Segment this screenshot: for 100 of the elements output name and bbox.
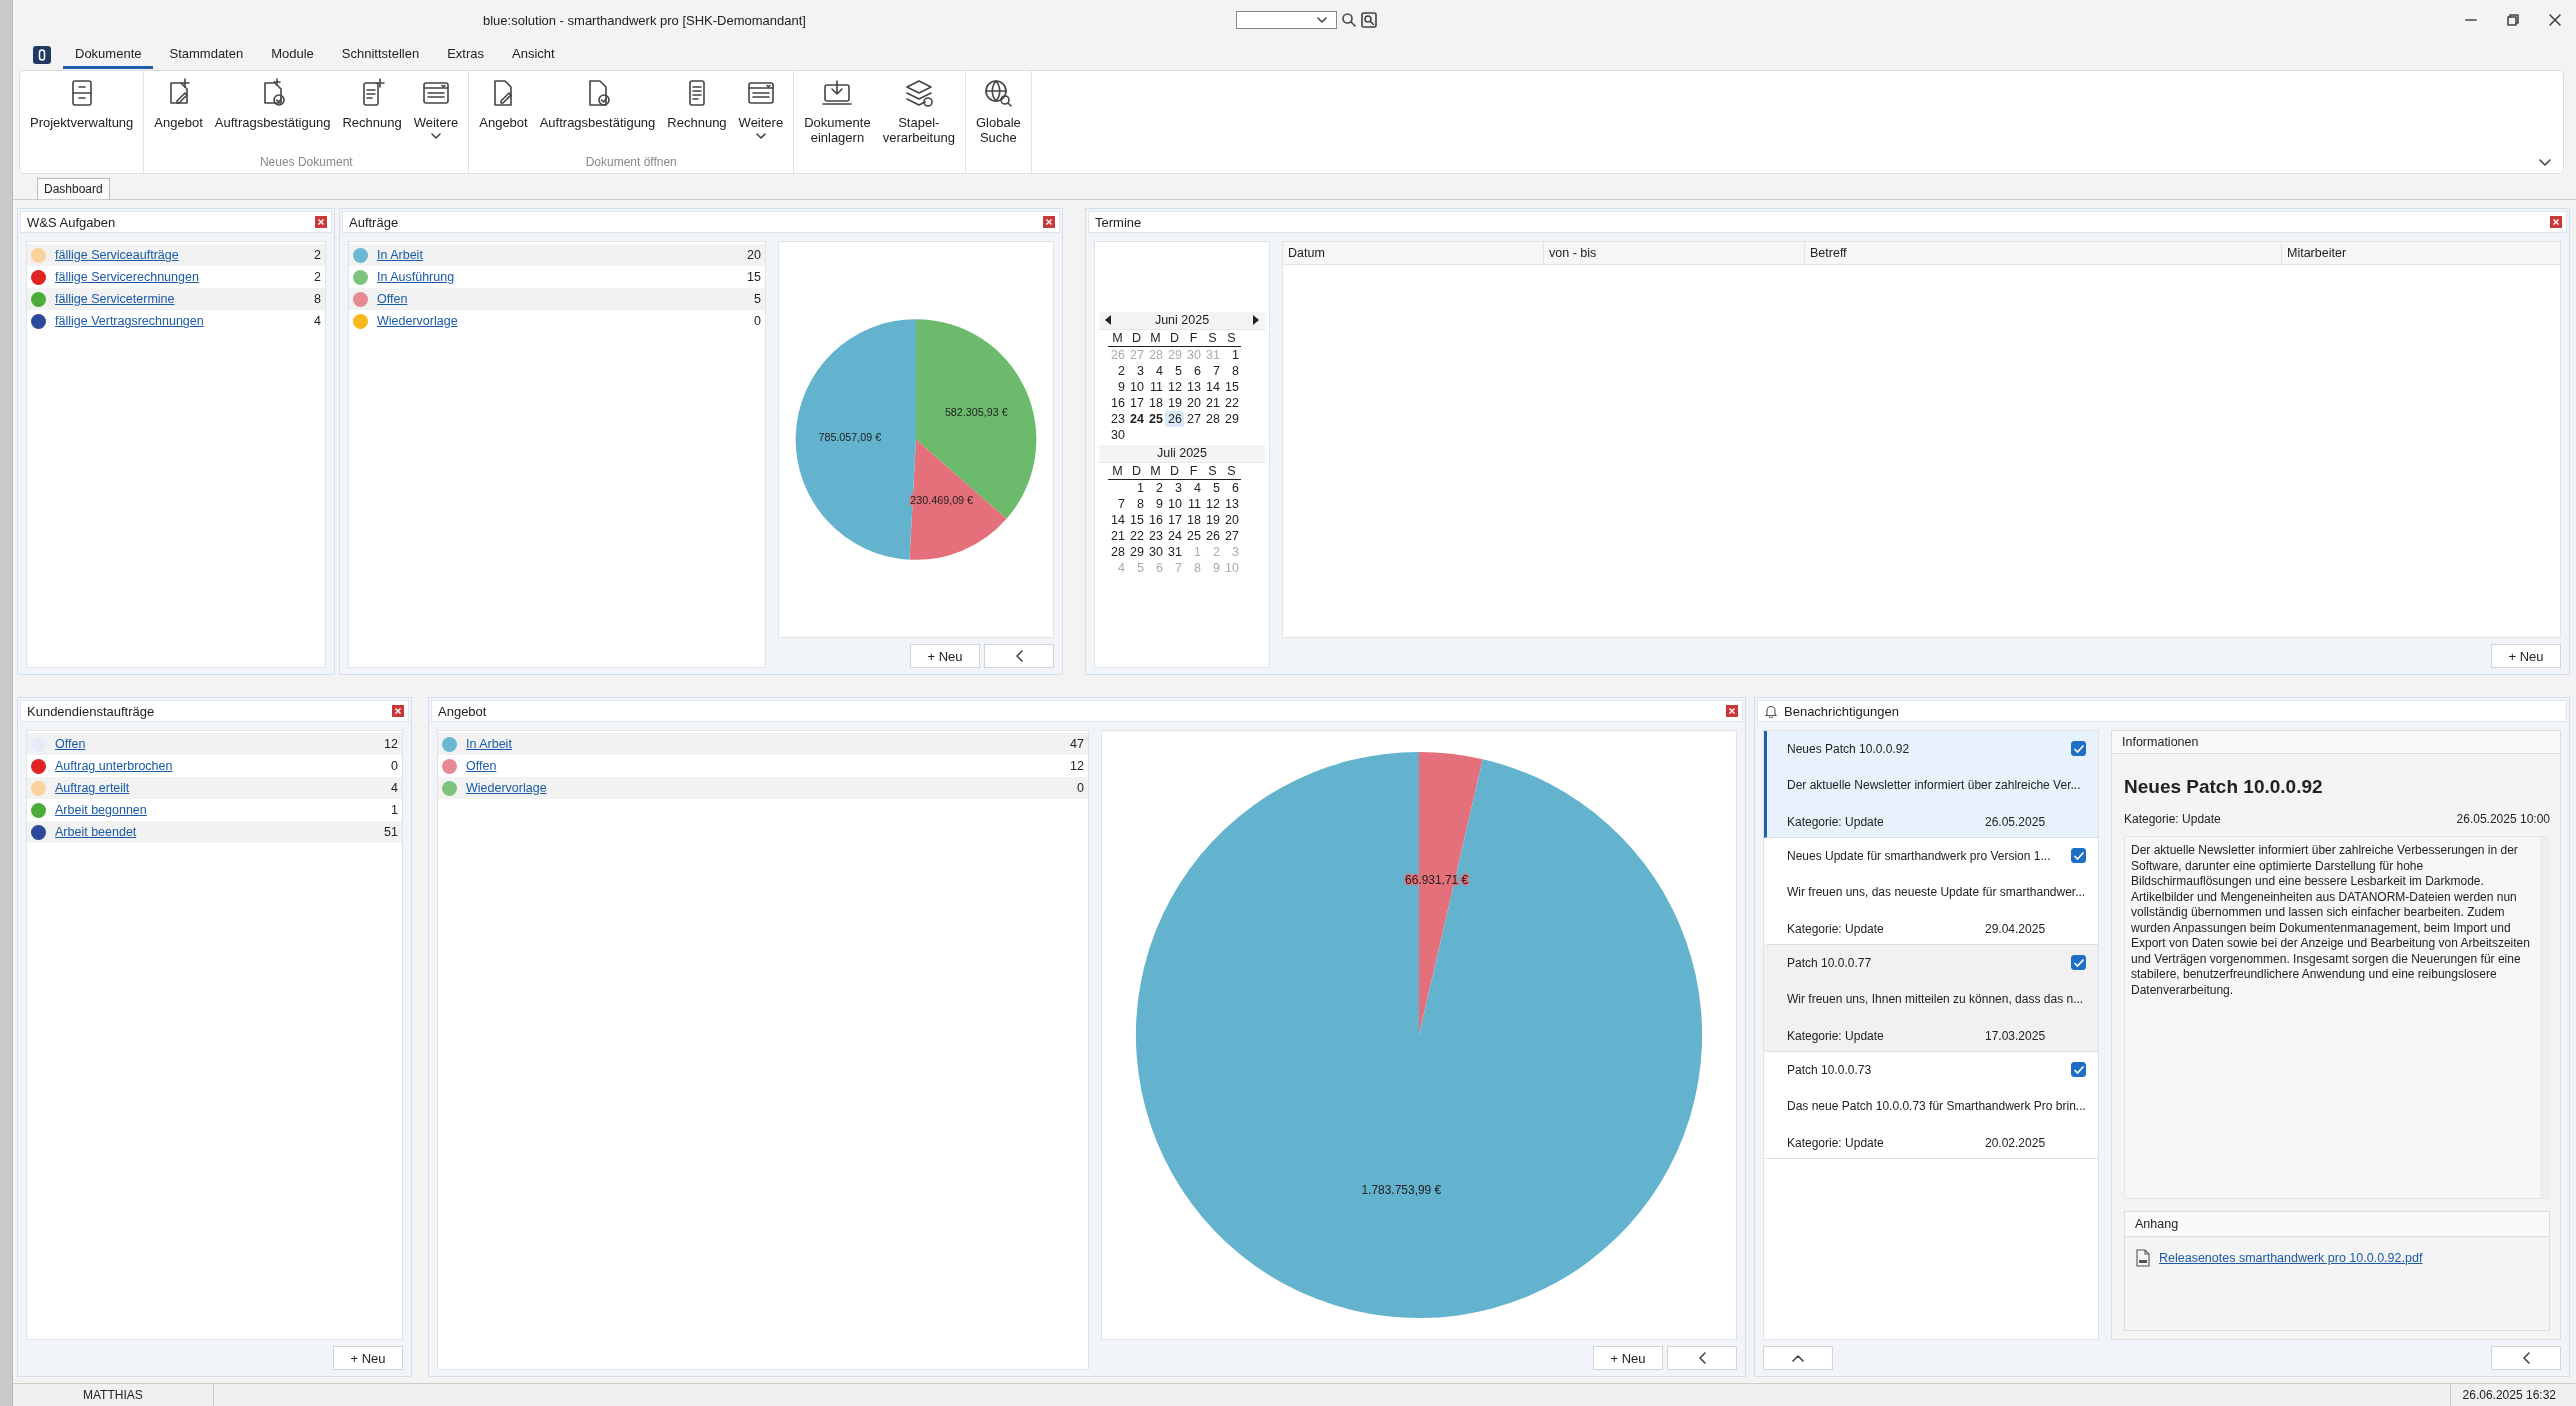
calendar-day[interactable]: 18 [1184,511,1203,528]
calendar-day[interactable]: 18 [1146,394,1165,411]
calendar-day[interactable]: 21 [1108,527,1127,544]
calendar-day[interactable]: 2 [1146,479,1165,496]
status-link[interactable]: Arbeit beendet [55,825,137,839]
list-row[interactable]: fällige Serviceaufträge 2 [27,244,325,266]
chevron-down-icon[interactable] [2539,159,2551,167]
calendar-day[interactable]: 14 [1108,511,1127,528]
next-month-icon[interactable] [1252,315,1259,325]
column-header[interactable]: Mitarbeiter [2282,242,2560,264]
calendar-day[interactable]: 24 [1127,410,1146,427]
menu-tab[interactable]: Ansicht [500,41,567,69]
checkbox[interactable] [2071,741,2086,756]
calendar-day[interactable]: 23 [1146,527,1165,544]
close-icon[interactable] [1726,705,1738,717]
ribbon-button[interactable]: Rechnung [661,71,733,153]
calendar-day[interactable]: 20 [1184,394,1203,411]
calendar-day[interactable]: 6 [1222,479,1241,496]
calendar-day[interactable]: 16 [1108,394,1127,411]
calendar-day[interactable]: 5 [1165,362,1184,379]
app-logo-icon[interactable] [33,46,51,64]
checkbox[interactable] [2071,848,2086,863]
column-header[interactable]: Datum [1283,242,1544,264]
list-row[interactable]: fällige Vertragsrechnungen 4 [27,310,325,332]
calendar-day[interactable]: 28 [1108,543,1127,560]
new-button[interactable]: + Neu [910,644,980,668]
menu-tab[interactable]: Stammdaten [157,41,256,69]
calendar-day[interactable]: 27 [1184,410,1203,427]
calendar-day[interactable]: 4 [1146,362,1165,379]
checkbox[interactable] [2071,1062,2086,1077]
ribbon-button[interactable]: Auftragsbestätigung [208,71,337,153]
ribbon-button[interactable]: Stapel- verarbeitung [876,71,961,153]
calendar-day[interactable]: 14 [1203,378,1222,395]
previous-month-icon[interactable] [1105,315,1112,325]
new-button[interactable]: + Neu [333,1346,403,1370]
calendar-day[interactable]: 5 [1203,479,1222,496]
calendar-day[interactable]: 17 [1165,511,1184,528]
checkbox[interactable] [2071,955,2086,970]
calendar-day[interactable]: 7 [1203,362,1222,379]
status-link[interactable]: Auftrag erteilt [55,781,130,795]
search-icon[interactable] [1341,12,1357,28]
calendar-day[interactable]: 10 [1165,495,1184,512]
calendar-day[interactable]: 4 [1184,479,1203,496]
calendar-day[interactable]: 27 [1222,527,1241,544]
search-settings-icon[interactable] [1361,12,1377,28]
ribbon-button[interactable]: Rechnung [336,71,408,153]
list-row[interactable]: Auftrag erteilt 4 [27,777,402,799]
calendar-day[interactable]: 30 [1108,426,1127,443]
status-link[interactable]: Wiedervorlage [466,781,547,795]
status-link[interactable]: fällige Vertragsrechnungen [55,314,204,328]
calendar-day[interactable]: 15 [1127,511,1146,528]
list-row[interactable]: Auftrag unterbrochen 0 [27,755,402,777]
calendar-day[interactable]: 1 [1222,346,1241,363]
status-link[interactable]: Offen [55,737,86,751]
calendar-day[interactable]: 21 [1203,394,1222,411]
calendar-day[interactable]: 7 [1108,495,1127,512]
calendar-day[interactable]: 30 [1146,543,1165,560]
ribbon-button[interactable]: Angebot [148,71,209,153]
list-row[interactable]: Arbeit begonnen 1 [27,799,402,821]
close-icon[interactable] [392,705,404,717]
calendar-day[interactable]: 22 [1127,527,1146,544]
list-row[interactable]: Arbeit beendet 51 [27,821,402,843]
list-row[interactable]: fällige Servicerechnungen 2 [27,266,325,288]
close-icon[interactable] [1043,216,1055,228]
close-icon[interactable] [315,216,327,228]
attachment-link[interactable]: Releasenotes smarthandwerk pro 10.0.0.92.pdf [2159,1251,2423,1265]
calendar-day[interactable]: 24 [1165,527,1184,544]
ribbon-button[interactable]: Projektverwaltung [24,71,140,153]
list-row[interactable]: In Arbeit 20 [349,244,765,266]
list-row[interactable]: Offen 12 [438,755,1088,777]
calendar-day[interactable]: 8 [1222,362,1241,379]
status-link[interactable]: In Arbeit [466,737,512,751]
list-row[interactable]: In Ausführung 15 [349,266,765,288]
calendar-day[interactable]: 11 [1146,378,1165,395]
calendar-day[interactable]: 17 [1127,394,1146,411]
ribbon-button[interactable]: Auftragsbestätigung [533,71,662,153]
status-link[interactable]: In Arbeit [377,248,423,262]
calendar-day[interactable]: 16 [1146,511,1165,528]
ribbon-button[interactable]: Angebot [473,71,534,153]
calendar-day[interactable]: 20 [1222,511,1241,528]
new-button[interactable]: + Neu [1593,1346,1663,1370]
list-row[interactable]: Wiedervorlage 0 [438,777,1088,799]
list-row[interactable]: Offen 12 [27,733,402,755]
caret-icon[interactable] [1317,17,1327,23]
status-link[interactable]: In Ausführung [377,270,455,284]
restore-icon[interactable] [2506,13,2520,27]
status-link[interactable]: Wiedervorlage [377,314,458,328]
calendar-day[interactable]: 22 [1222,394,1241,411]
notification-item[interactable]: Neues Patch 10.0.0.92 Der aktuelle Newsletter informiert über zahlreiche Ver... Kategorie: Update 26.05.2025 [1764,731,2098,838]
calendar-day[interactable]: 25 [1184,527,1203,544]
column-header[interactable]: Betreff [1805,242,2282,264]
calendar-day[interactable]: 6 [1184,362,1203,379]
calendar-day[interactable]: 29 [1127,543,1146,560]
calendar-day[interactable]: 28 [1203,410,1222,427]
status-link[interactable]: Arbeit begonnen [55,803,147,817]
calendar-day[interactable]: 9 [1108,378,1127,395]
calendar-day[interactable]: 15 [1222,378,1241,395]
new-button[interactable]: + Neu [2491,644,2561,668]
calendar-day[interactable]: 26 [1203,527,1222,544]
calendar-day[interactable]: 9 [1146,495,1165,512]
